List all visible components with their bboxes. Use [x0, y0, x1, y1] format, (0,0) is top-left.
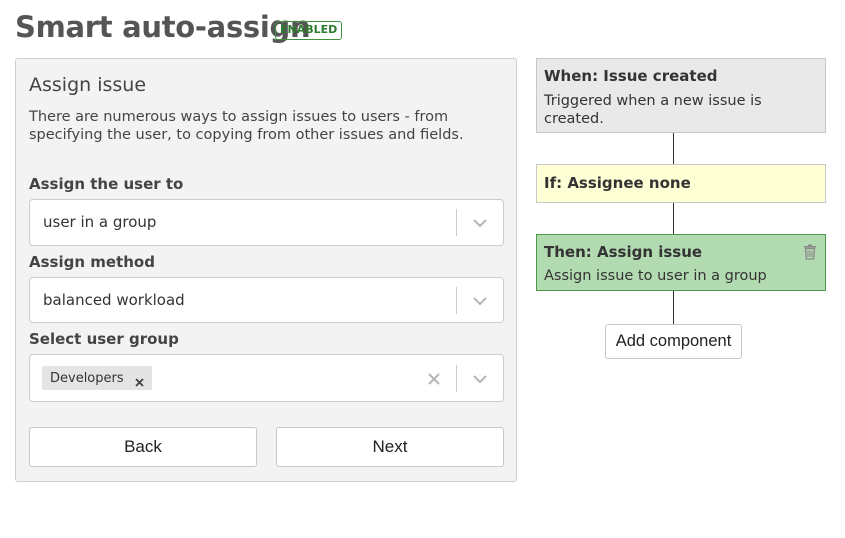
- flow-connector: [673, 291, 674, 324]
- action-description: Assign issue to user in a group: [544, 268, 767, 284]
- chevron-down-icon[interactable]: [471, 373, 489, 385]
- panel-description: There are numerous ways to assign issues…: [29, 109, 464, 143]
- remove-chip-icon[interactable]: [134, 373, 145, 387]
- assign-method-select[interactable]: balanced workload: [29, 277, 504, 323]
- trash-icon[interactable]: [803, 244, 817, 260]
- assign-issue-panel: Assign issue There are numerous ways to …: [15, 58, 517, 482]
- chevron-down-icon[interactable]: [471, 217, 489, 229]
- add-component-button[interactable]: Add component: [605, 324, 742, 359]
- trigger-description: Triggered when a new issue is created.: [544, 93, 762, 127]
- select-separator: [456, 287, 457, 314]
- status-badge: ENABLED: [275, 21, 343, 40]
- chip-label: Developers: [50, 370, 124, 386]
- user-group-select[interactable]: Developers: [29, 354, 504, 402]
- action-component[interactable]: Then: Assign issue Assign issue to user …: [536, 234, 826, 291]
- group-chip: Developers: [42, 366, 152, 390]
- flow-connector: [673, 133, 674, 164]
- back-button[interactable]: Back: [29, 427, 257, 467]
- page-title: Smart auto-assign: [15, 10, 311, 44]
- assign-user-to-label: Assign the user to: [29, 175, 184, 193]
- select-separator: [456, 209, 457, 236]
- next-button[interactable]: Next: [276, 427, 504, 467]
- select-user-group-label: Select user group: [29, 330, 179, 348]
- panel-title: Assign issue: [29, 74, 147, 96]
- assign-method-value: balanced workload: [43, 291, 185, 309]
- assign-user-to-select[interactable]: user in a group: [29, 199, 504, 246]
- trigger-component[interactable]: When: Issue created Triggered when a new…: [536, 58, 826, 133]
- assign-user-to-value: user in a group: [43, 213, 157, 231]
- flow-connector: [673, 203, 674, 234]
- trigger-title: When: Issue created: [544, 67, 718, 85]
- chevron-down-icon[interactable]: [471, 295, 489, 307]
- clear-icon[interactable]: [427, 371, 441, 385]
- condition-component[interactable]: If: Assignee none: [536, 164, 826, 203]
- select-separator: [456, 365, 457, 392]
- action-title: Then: Assign issue: [544, 243, 703, 261]
- assign-method-label: Assign method: [29, 253, 155, 271]
- condition-title: If: Assignee none: [544, 174, 691, 192]
